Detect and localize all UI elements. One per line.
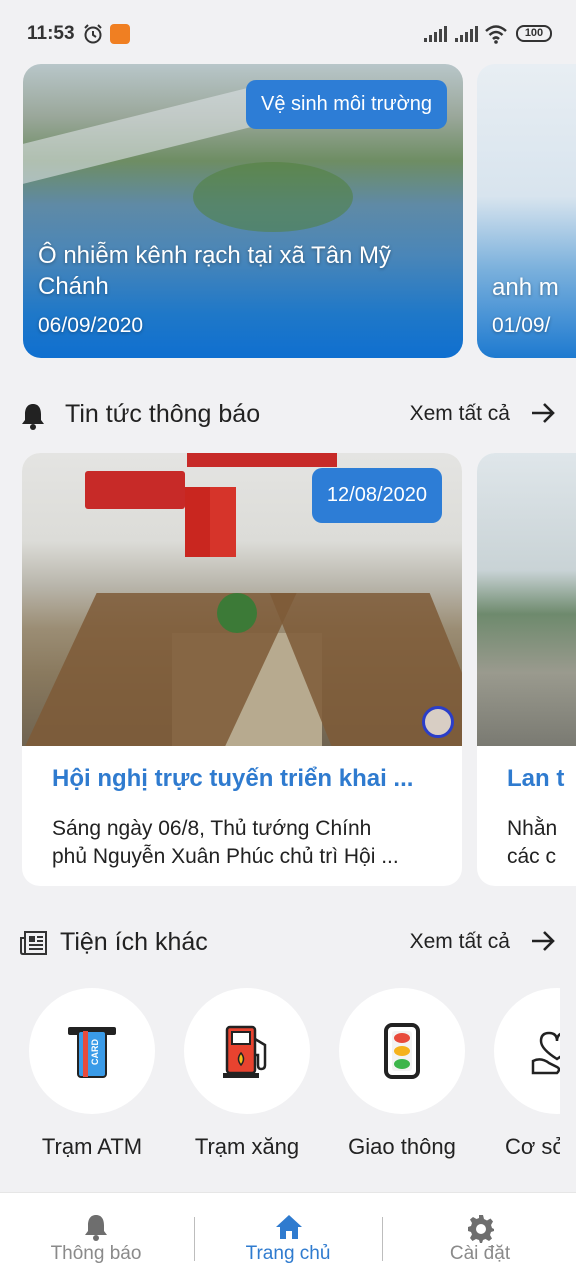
news-title: Lan t (507, 765, 565, 792)
banner-card[interactable]: Vệ sinh môi trường Ô nhiễm kênh rạch tại… (23, 64, 463, 358)
section-title: Tiện ích khác (60, 928, 208, 956)
nav-item-notifications[interactable]: Thông báo (0, 1193, 192, 1280)
battery-indicator: 100 (516, 25, 552, 42)
nav-divider (382, 1217, 383, 1261)
news-description: Nhằn các c (507, 817, 558, 868)
banner-category-tag: Vệ sinh môi trường (245, 80, 447, 129)
news-photo: 12/08/2020 (22, 453, 462, 746)
svg-text:CARD: CARD (90, 1039, 100, 1065)
news-section-header: Tin tức thông báo Xem tất cả (0, 390, 576, 438)
gear-icon (468, 1215, 494, 1243)
news-card[interactable]: Lan t Nhằn các c (477, 453, 576, 886)
utility-health[interactable]: Cơ sở (487, 988, 560, 1168)
utilities-carousel[interactable]: CARD Trạm ATM Trạm xăng Giao thông Cơ sở (0, 988, 560, 1178)
banner-title: anh m (492, 274, 559, 301)
utility-traffic[interactable]: Giao thông (332, 988, 472, 1168)
status-bar: 11:53 100 (0, 0, 576, 64)
atm-card-icon: CARD (68, 1027, 116, 1078)
banner-title: Ô nhiễm kênh rạch tại xã Tân Mỹ Chánh (38, 242, 392, 300)
see-all-news-link[interactable]: Xem tất cả (410, 402, 510, 426)
utility-icon-circle[interactable]: CARD (29, 988, 155, 1114)
news-carousel[interactable]: 12/08/2020 Hội nghị trực tuyến triển kha… (0, 453, 576, 887)
alarm-icon (84, 24, 102, 44)
utility-label: Cơ sở (505, 1134, 560, 1159)
bottom-navigation: Thông báo Trang chủ Cài đặt (0, 1192, 576, 1280)
cell-signal-icon (424, 26, 447, 42)
utility-icon-circle[interactable] (184, 988, 310, 1114)
home-icon (276, 1215, 302, 1239)
nav-item-settings[interactable]: Cài đặt (384, 1193, 576, 1280)
utility-label: Trạm xăng (194, 1134, 300, 1159)
nav-label: Trang chủ (245, 1243, 331, 1264)
watermark-logo (422, 706, 454, 738)
bell-icon (85, 1215, 107, 1241)
banner-carousel[interactable]: Vệ sinh môi trường Ô nhiễm kênh rạch tại… (0, 64, 576, 360)
utility-label: Trạm ATM (41, 1134, 143, 1159)
see-all-utilities-link[interactable]: Xem tất cả (410, 930, 510, 954)
utilities-section-header: Tiện ích khác Xem tất cả (0, 918, 576, 966)
nav-label: Thông báo (50, 1243, 142, 1264)
banner-card[interactable]: anh m 01/09/ (477, 64, 576, 358)
nav-label: Cài đặt (449, 1243, 511, 1264)
utility-gas-station[interactable]: Trạm xăng (177, 988, 317, 1168)
gas-station-icon (223, 1025, 267, 1078)
news-card[interactable]: 12/08/2020 Hội nghị trực tuyến triển kha… (22, 453, 462, 886)
news-date-tag: 12/08/2020 (311, 468, 442, 523)
arrow-right-icon[interactable] (530, 928, 556, 954)
banner-date: 06/09/2020 (38, 314, 144, 337)
news-photo (477, 453, 576, 746)
section-title: Tin tức thông báo (65, 400, 261, 428)
banner-date: 01/09/ (492, 314, 551, 337)
news-description: Sáng ngày 06/8, Thủ tướng Chính phủ Nguy… (52, 817, 399, 868)
traffic-light-icon (384, 1023, 420, 1079)
app-notification-icon (110, 24, 130, 44)
wifi-icon (485, 25, 507, 44)
status-time: 11:53 (27, 23, 75, 44)
health-care-icon (531, 1031, 560, 1075)
arrow-right-icon[interactable] (530, 400, 556, 426)
nav-item-home[interactable]: Trang chủ (192, 1193, 384, 1280)
utility-atm[interactable]: CARD Trạm ATM (22, 988, 162, 1168)
bell-icon (22, 404, 44, 430)
newspaper-icon (20, 931, 47, 955)
news-title: Hội nghị trực tuyến triển khai ... (52, 765, 414, 792)
utility-label: Giao thông (348, 1134, 456, 1159)
utility-icon-circle[interactable] (494, 988, 560, 1114)
utility-icon-circle[interactable] (339, 988, 465, 1114)
cell-signal-icon (455, 26, 478, 42)
